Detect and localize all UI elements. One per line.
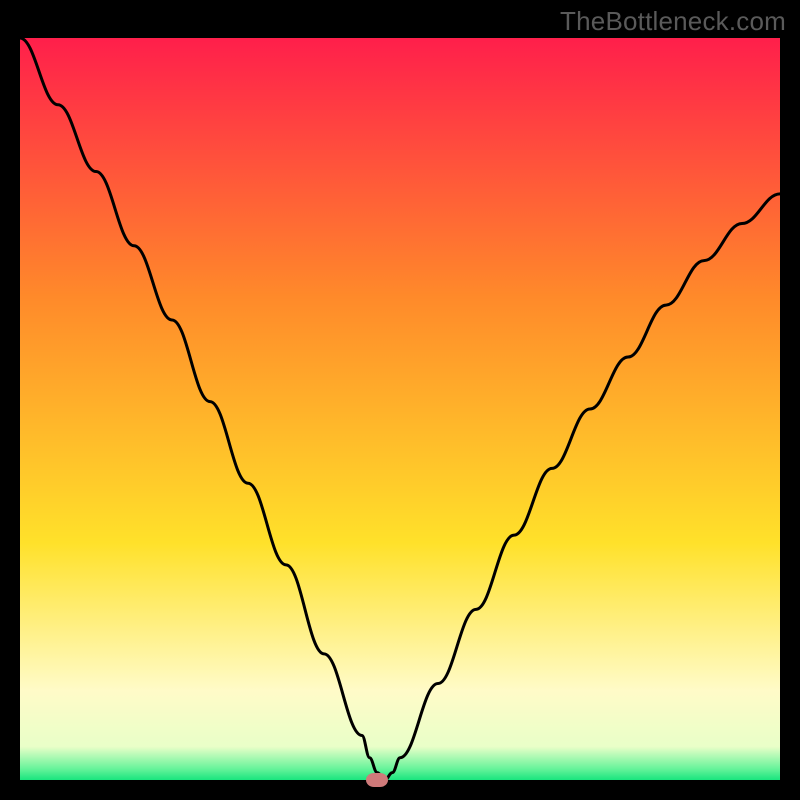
bottleneck-marker <box>366 773 388 787</box>
watermark-text: TheBottleneck.com <box>560 6 786 37</box>
plot-area <box>20 38 780 780</box>
bottleneck-curve <box>20 38 780 780</box>
curve-layer <box>20 38 780 780</box>
chart-frame: TheBottleneck.com <box>0 0 800 800</box>
